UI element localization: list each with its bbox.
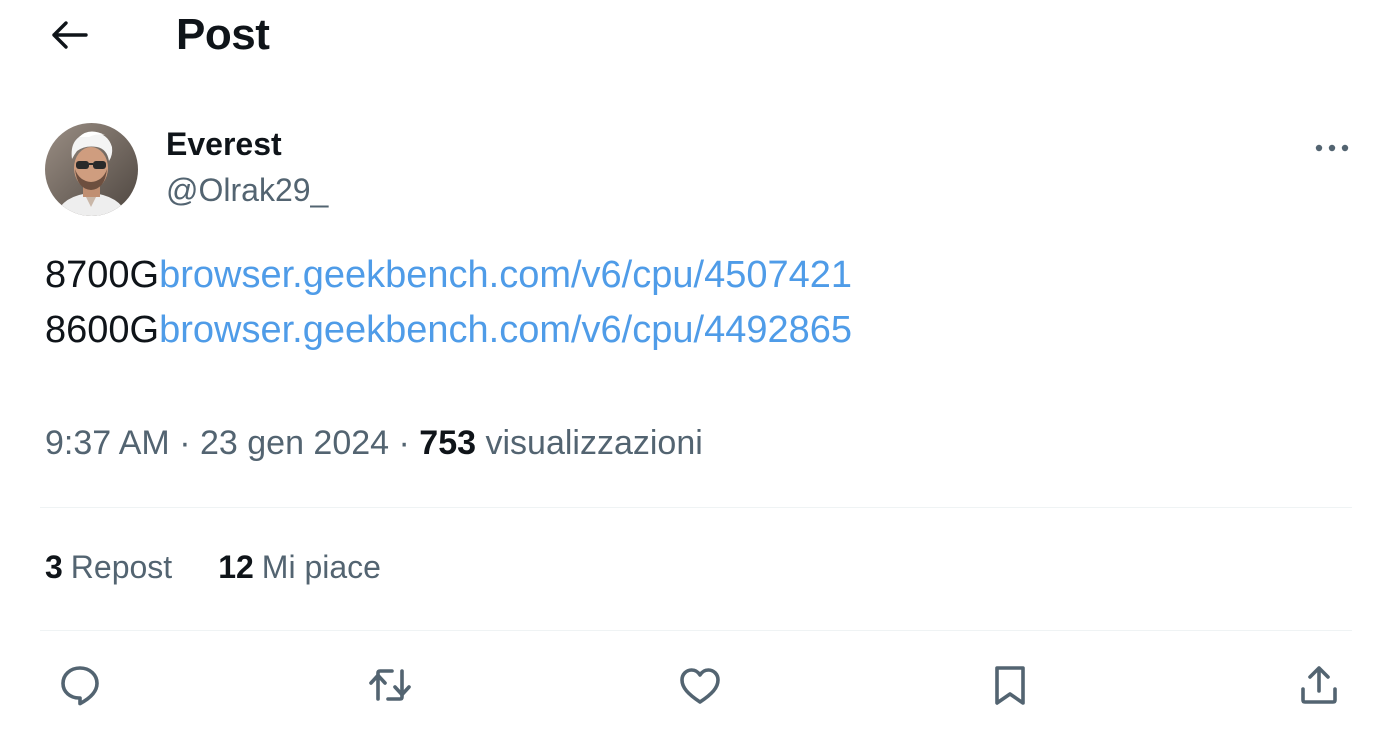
tweet-line: 8600Gbrowser.geekbench.com/v6/cpu/449286…	[45, 308, 852, 352]
tweet-line: 8700Gbrowser.geekbench.com/v6/cpu/450742…	[45, 253, 852, 297]
reply-icon	[61, 666, 99, 706]
post-meta: 9:37 AM · 23 gen 2024 · 753 visualizzazi…	[45, 424, 703, 463]
post-date[interactable]: 23 gen 2024	[200, 424, 389, 462]
more-options-button[interactable]	[1306, 130, 1358, 166]
tweet-link[interactable]: browser.geekbench.com/v6/cpu/4492865	[159, 309, 852, 351]
engagement-stats: 3 Repost 12 Mi piace	[45, 549, 381, 586]
reposts-stat[interactable]: 3 Repost	[45, 549, 172, 586]
meta-separator: ·	[398, 424, 410, 462]
views-label: visualizzazioni	[485, 424, 703, 462]
divider	[40, 630, 1352, 631]
reply-button[interactable]	[51, 656, 109, 714]
share-button[interactable]	[1290, 656, 1348, 714]
repost-icon	[369, 669, 411, 701]
tweet-link[interactable]: browser.geekbench.com/v6/cpu/4507421	[159, 254, 852, 296]
likes-stat[interactable]: 12 Mi piace	[218, 549, 381, 586]
reposts-label: Repost	[70, 549, 173, 585]
likes-count: 12	[218, 549, 254, 585]
likes-label: Mi piace	[261, 549, 381, 585]
arrow-left-icon	[52, 21, 88, 49]
share-icon	[1301, 666, 1337, 704]
avatar[interactable]	[45, 123, 138, 216]
bookmark-icon	[995, 666, 1025, 705]
like-icon	[680, 668, 720, 704]
reposts-count: 3	[45, 549, 63, 585]
tweet-text: 8600G	[45, 309, 160, 351]
back-button[interactable]	[40, 12, 98, 58]
meta-separator: ·	[179, 424, 191, 462]
bookmark-button[interactable]	[981, 656, 1039, 714]
like-button[interactable]	[671, 656, 729, 714]
tweet-text: 8700G	[45, 254, 160, 296]
more-horizontal-icon	[1315, 144, 1349, 152]
page-title: Post	[176, 10, 270, 59]
author-name[interactable]: Everest	[166, 126, 282, 163]
post-time[interactable]: 9:37 AM	[45, 424, 170, 462]
views-count: 753	[419, 424, 477, 462]
repost-button[interactable]	[361, 656, 419, 714]
author-handle[interactable]: @Olrak29_	[166, 172, 328, 209]
divider	[40, 507, 1352, 508]
post-page: Post Everest @Olrak29_ 8700Gbrowser.geek…	[0, 0, 1400, 738]
avatar-image	[45, 123, 138, 216]
